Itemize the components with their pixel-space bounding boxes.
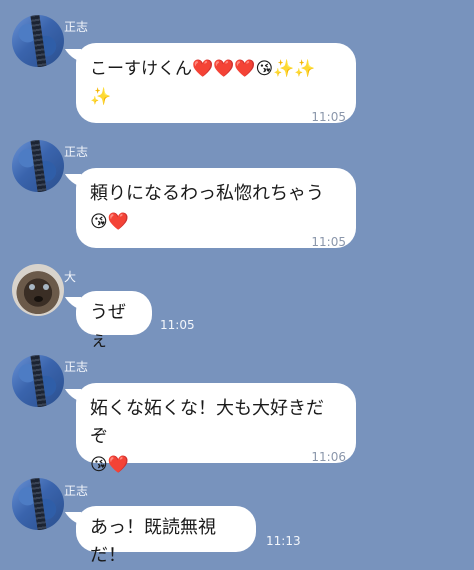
message-text-line: あっ！既読無視だ！	[90, 517, 216, 566]
sender-name: 大	[64, 270, 77, 284]
sender-name: 正志	[64, 20, 89, 34]
message-time: 11:05	[311, 235, 346, 249]
message-bubble[interactable]: うぜぇ	[76, 291, 152, 351]
message-time: 11:06	[311, 450, 346, 464]
message-text-line: うぜぇ	[90, 302, 126, 351]
avatar[interactable]	[12, 478, 64, 530]
avatar[interactable]	[12, 264, 64, 316]
sender-name: 正志	[64, 145, 89, 159]
message-text-line: こーすけくん❤️❤️❤️😘✨✨	[90, 59, 316, 79]
message-time: 11:13	[266, 534, 301, 548]
message-bubble[interactable]: 頼りになるわっ私惚れちゃう 😘❤️ 11:05	[76, 168, 356, 249]
message-bubble[interactable]: 妬くな妬くな！大も大好きだぞ 😘❤️ 11:06	[76, 383, 356, 475]
message-bubble[interactable]: あっ！既読無視だ！	[76, 506, 256, 566]
message-time: 11:05	[311, 110, 346, 124]
sender-name: 正志	[64, 484, 89, 498]
message-time: 11:05	[160, 318, 195, 332]
message-text-line: 頼りになるわっ私惚れちゃう	[90, 183, 324, 204]
avatar[interactable]	[12, 15, 64, 67]
message-text-line: 😘❤️	[90, 455, 129, 475]
message-text-line: ✨	[90, 87, 112, 107]
message-bubble[interactable]: こーすけくん❤️❤️❤️😘✨✨ ✨ 11:05	[76, 43, 356, 124]
avatar[interactable]	[12, 140, 64, 192]
sender-name: 正志	[64, 360, 89, 374]
message-text-line: 妬くな妬くな！大も大好きだぞ	[90, 398, 324, 447]
message-text-line: 😘❤️	[90, 212, 129, 232]
avatar[interactable]	[12, 355, 64, 407]
